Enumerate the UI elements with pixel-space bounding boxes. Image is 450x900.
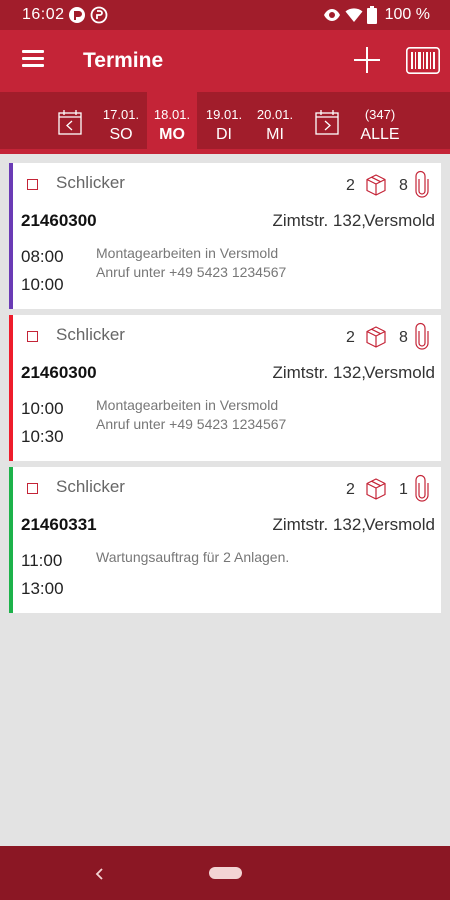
attachment-count: 8	[399, 329, 408, 346]
status-color-bar	[9, 315, 13, 461]
wifi-icon	[345, 8, 363, 22]
package-count: 2	[346, 329, 355, 346]
order-number: 21460300	[21, 363, 97, 382]
customer-name: Schlicker	[56, 173, 125, 192]
attachment-count: 8	[399, 177, 408, 194]
done-checkbox[interactable]	[27, 331, 38, 342]
start-time: 08:00	[21, 247, 64, 266]
street-address: Zimtstr. 132,	[272, 515, 366, 534]
package-count: 2	[346, 481, 355, 498]
city: Versmold	[364, 515, 435, 534]
description-line-2: Anruf unter +49 5423 1234567	[96, 416, 287, 432]
end-time: 13:00	[21, 579, 64, 598]
attachment-icon	[415, 170, 429, 198]
package-icon	[366, 174, 386, 196]
appointment-card[interactable]: Schlicker 2 1 21460331 Zimtstr. 132, Ver…	[9, 467, 441, 613]
street-address: Zimtstr. 132,	[272, 363, 366, 382]
page-title: Termine	[83, 49, 164, 72]
package-icon	[366, 478, 386, 500]
app-bar: Termine	[0, 30, 450, 92]
day-tab-mi[interactable]: 20.01. MI	[250, 92, 300, 149]
attachment-icon	[415, 322, 429, 350]
order-number: 21460331	[21, 515, 97, 534]
data-saver-icon	[90, 6, 108, 24]
status-color-bar	[9, 467, 13, 613]
package-icon	[366, 326, 386, 348]
appointment-card[interactable]: Schlicker 2 8 21460300 Zimtstr. 132, Ver…	[9, 315, 441, 461]
city: Versmold	[364, 211, 435, 230]
end-time: 10:00	[21, 275, 64, 294]
customer-name: Schlicker	[56, 477, 125, 496]
previous-day-icon[interactable]	[58, 109, 82, 135]
end-time: 10:30	[21, 427, 64, 446]
day-tab-di[interactable]: 19.01. DI	[199, 92, 249, 149]
battery-icon	[367, 6, 377, 24]
day-tab-mo[interactable]: 18.01. MO	[147, 92, 197, 149]
city: Versmold	[364, 363, 435, 382]
date-nav-divider	[0, 149, 450, 154]
package-count: 2	[346, 177, 355, 194]
description-line-2: Anruf unter +49 5423 1234567	[96, 264, 287, 280]
app-notification-icon	[69, 7, 85, 23]
menu-icon[interactable]	[22, 50, 44, 68]
all-appointments-tab[interactable]: (347) ALLE	[352, 92, 408, 149]
customer-name: Schlicker	[56, 325, 125, 344]
appointment-list: Schlicker 2 8 21460300 Zimtstr. 132, Ver…	[9, 163, 441, 619]
start-time: 10:00	[21, 399, 64, 418]
status-bar: 16:02 100 %	[0, 0, 450, 30]
day-tab-so[interactable]: 17.01. SO	[96, 92, 146, 149]
visibility-icon	[324, 9, 340, 21]
street-address: Zimtstr. 132,	[272, 211, 366, 230]
description-line-1: Montagearbeiten in Versmold	[96, 245, 279, 261]
appointment-card[interactable]: Schlicker 2 8 21460300 Zimtstr. 132, Ver…	[9, 163, 441, 309]
status-time: 16:02	[22, 6, 65, 23]
battery-level: 100 %	[384, 6, 430, 23]
next-day-icon[interactable]	[315, 109, 339, 135]
done-checkbox[interactable]	[27, 179, 38, 190]
home-pill-button[interactable]	[209, 867, 242, 879]
back-icon[interactable]	[90, 864, 110, 884]
add-appointment-button[interactable]	[353, 46, 383, 76]
status-color-bar	[9, 163, 13, 309]
description-line-1: Montagearbeiten in Versmold	[96, 397, 279, 413]
date-navigation: 17.01. SO 18.01. MO 19.01. DI 20.01. MI …	[0, 92, 450, 149]
system-nav-bar	[0, 846, 450, 900]
attachment-count: 1	[399, 481, 408, 498]
description-line-1: Wartungsauftrag für 2 Anlagen.	[96, 549, 290, 565]
attachment-icon	[415, 474, 429, 502]
done-checkbox[interactable]	[27, 483, 38, 494]
start-time: 11:00	[21, 551, 63, 570]
barcode-scanner-icon[interactable]	[406, 47, 440, 74]
order-number: 21460300	[21, 211, 97, 230]
